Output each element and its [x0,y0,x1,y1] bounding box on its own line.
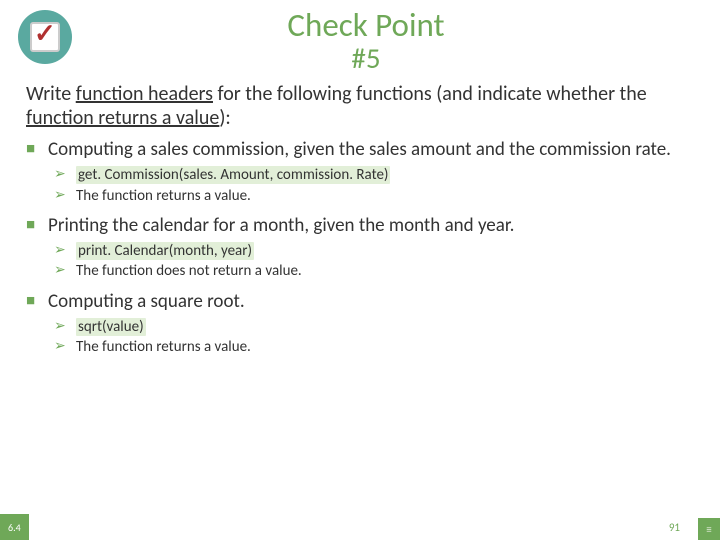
bullet-text: Printing the calendar for a month, given… [48,214,694,237]
arrow-bullet-icon: ➢ [54,186,68,205]
checkpoint-icon [18,8,72,64]
title-line1: Check Point [90,8,642,43]
highlighted-code: print. Calendar(month, year) [76,242,254,260]
answer-list: ➢ sqrt(value) ➢ The function returns a valu… [26,317,694,358]
slide: Check Point #5 Write function headers fo… [0,0,720,540]
arrow-bullet-icon: ➢ [54,317,68,336]
prompt-underline-1: function headers [76,82,213,106]
highlighted-code: sqrt(value) [76,318,146,336]
title-block: Check Point #5 [90,8,702,73]
answer-item: ➢ print. Calendar(month, year) [54,241,694,261]
bullet-item: ■ Computing a square root. [26,290,694,313]
answer-item: ➢ get. Commission(sales. Amount, commissi… [54,165,694,185]
answer-text: get. Commission(sales. Amount, commissio… [76,165,390,185]
arrow-bullet-icon: ➢ [54,165,68,184]
answer-text: The function returns a value. [76,186,251,206]
prompt-post: ): [219,106,230,130]
title-line2: #5 [90,43,642,73]
answer-list: ➢ get. Commission(sales. Amount, commissi… [26,165,694,206]
bullet-item: ■ Printing the calendar for a month, give… [26,214,694,237]
prompt-mid: for the following functions (and indicat… [213,82,647,106]
prompt-pre: Write [26,82,76,106]
prompt-text: Write function headers for the following… [0,73,720,136]
answer-text: The function returns a value. [76,337,251,357]
footer-section: 6.4 [0,514,29,540]
bullet-text: Computing a sales commission, given the … [48,138,694,161]
answer-item: ➢ The function returns a value. [54,337,694,357]
header: Check Point #5 [0,8,720,73]
answer-item: ➢ sqrt(value) [54,317,694,337]
square-bullet-icon: ■ [26,138,38,161]
answer-text: The function does not return a value. [76,261,302,281]
square-bullet-icon: ■ [26,290,38,313]
answer-text: print. Calendar(month, year) [76,241,254,261]
footer: 6.4 91 ≡ [0,514,720,540]
bullet-text: Computing a square root. [48,290,694,313]
content-list: ■ Computing a sales commission, given the… [0,136,720,357]
answer-list: ➢ print. Calendar(month, year)➢The funct… [26,241,694,282]
highlighted-code: get. Commission(sales. Amount, commissio… [76,166,390,184]
answer-item: ➢ The function returns a value. [54,186,694,206]
arrow-bullet-icon: ➢ [54,241,68,260]
answer-item: ➢ The function does not return a value. [54,261,694,281]
menu-icon: ≡ [698,518,720,540]
arrow-bullet-icon: ➢ [54,337,68,356]
answer-text: sqrt(value) [76,317,146,337]
arrow-bullet-icon: ➢ [54,261,68,280]
square-bullet-icon: ■ [26,214,38,237]
bullet-item: ■ Computing a sales commission, given the… [26,138,694,161]
prompt-underline-2: function returns a value [26,106,219,130]
